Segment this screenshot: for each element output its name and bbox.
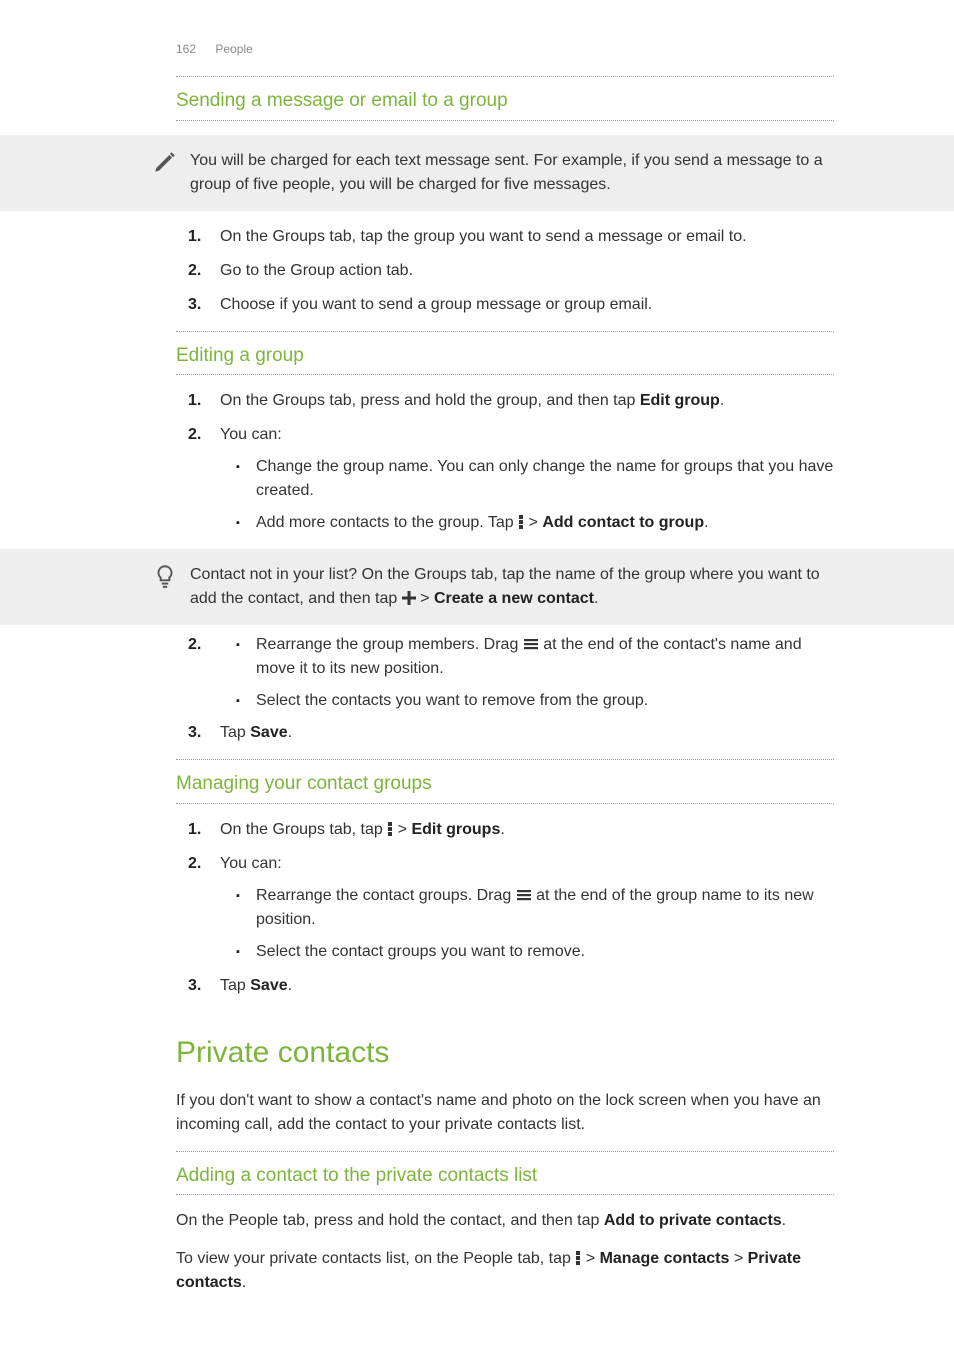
steps-editing: On the Groups tab, press and hold the gr… bbox=[176, 389, 834, 535]
heading-managing-groups: Managing your contact groups bbox=[176, 759, 834, 804]
list-item: Rearrange the contact groups. Drag at th… bbox=[256, 884, 834, 932]
section-name: People bbox=[215, 42, 252, 56]
heading-sending-message: Sending a message or email to a group bbox=[176, 76, 834, 121]
paragraph: On the People tab, press and hold the co… bbox=[176, 1209, 834, 1233]
list-item: On the Groups tab, tap > Edit groups. bbox=[220, 818, 834, 842]
lightbulb-icon bbox=[152, 563, 178, 589]
list-item: On the Groups tab, press and hold the gr… bbox=[220, 389, 834, 413]
page-header: 162 People bbox=[176, 40, 834, 58]
paragraph: If you don't want to show a contact's na… bbox=[176, 1089, 834, 1137]
list-item: You can: Change the group name. You can … bbox=[220, 423, 834, 535]
heading-private-contacts: Private contacts bbox=[176, 1012, 834, 1075]
pencil-icon bbox=[152, 149, 178, 175]
heading-adding-private: Adding a contact to the private contacts… bbox=[176, 1151, 834, 1196]
heading-editing-group: Editing a group bbox=[176, 331, 834, 376]
list-item: Rearrange the group members. Drag at the… bbox=[256, 633, 834, 681]
list-item: Select the contact groups you want to re… bbox=[256, 940, 834, 964]
page-number: 162 bbox=[176, 42, 196, 56]
paragraph: To view your private contacts list, on t… bbox=[176, 1247, 834, 1295]
steps-sending: On the Groups tab, tap the group you wan… bbox=[176, 225, 834, 317]
list-item: Tap Save. bbox=[220, 974, 834, 998]
steps-managing: On the Groups tab, tap > Edit groups. Yo… bbox=[176, 818, 834, 998]
note-callout: You will be charged for each text messag… bbox=[0, 135, 954, 211]
note-text: You will be charged for each text messag… bbox=[190, 152, 823, 193]
drag-handle-icon bbox=[523, 636, 539, 652]
list-item: Go to the Group action tab. bbox=[220, 259, 834, 283]
list-item: Add more contacts to the group. Tap > Ad… bbox=[256, 511, 834, 535]
list-item: On the Groups tab, tap the group you wan… bbox=[220, 225, 834, 249]
tip-callout: Contact not in your list? On the Groups … bbox=[0, 549, 954, 625]
list-item: Change the group name. You can only chan… bbox=[256, 455, 834, 503]
list-item: You can: Rearrange the contact groups. D… bbox=[220, 852, 834, 964]
list-item: Select the contacts you want to remove f… bbox=[256, 689, 834, 713]
list-item: Choose if you want to send a group messa… bbox=[220, 293, 834, 317]
plus-icon bbox=[402, 591, 416, 605]
drag-handle-icon bbox=[516, 887, 532, 903]
list-item: Tap Save. bbox=[220, 721, 834, 745]
steps-editing-cont: Rearrange the group members. Drag at the… bbox=[176, 633, 834, 745]
